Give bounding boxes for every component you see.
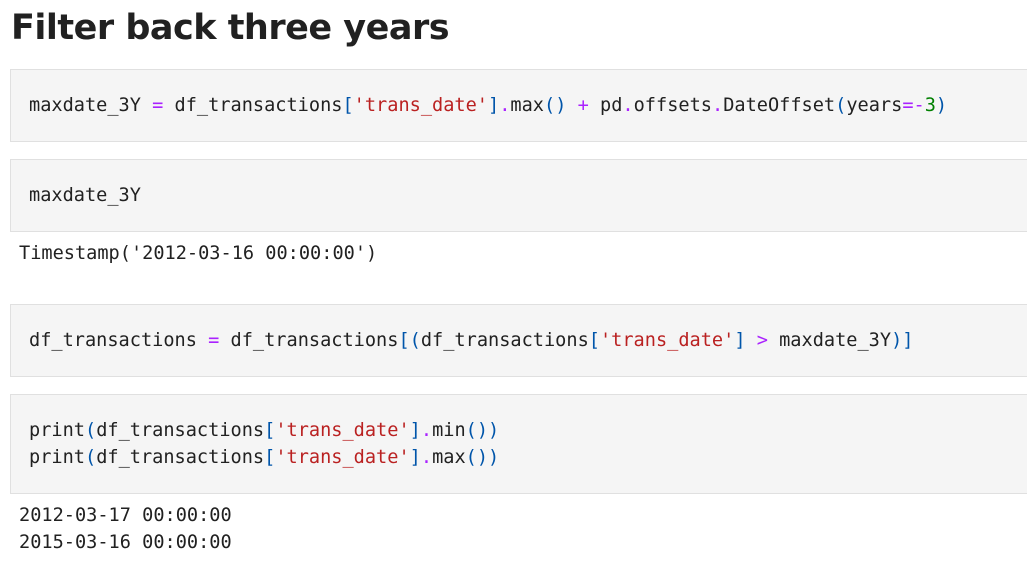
code-token: df_transactions: [420, 330, 589, 351]
code-token: (): [544, 95, 567, 116]
code-token: DateOffset: [723, 95, 836, 116]
code-token: [(: [398, 330, 421, 351]
output-line: Timestamp('2012-03-16 00:00:00'): [19, 243, 378, 264]
code-token: ()): [465, 447, 500, 468]
code-token: offsets: [633, 95, 712, 116]
code-cell-2-source[interactable]: maxdate_3Y: [29, 182, 141, 209]
output-line: 2015-03-16 00:00:00: [19, 532, 232, 553]
code-token: .: [622, 95, 634, 116]
code-token: 'trans_date': [275, 447, 410, 468]
code-token: df_transactions: [29, 330, 209, 351]
code-token: ()): [465, 420, 500, 441]
code-token: ): [935, 95, 948, 116]
code-token: )]: [891, 330, 914, 351]
code-token: ]: [409, 420, 421, 441]
code-cell-4-output: 2012-03-17 00:00:00 2015-03-16 00:00:00: [19, 502, 232, 556]
code-token: df_transactions: [96, 447, 265, 468]
code-line: print(df_transactions['trans_date'].max(…: [29, 444, 499, 471]
code-token: (: [84, 420, 97, 441]
output-line: 2012-03-17 00:00:00: [19, 505, 232, 526]
code-token: .: [420, 420, 433, 441]
code-token: .: [499, 95, 511, 116]
code-cell-4-source[interactable]: print(df_transactions['trans_date'].min(…: [29, 417, 499, 471]
code-token: df_transactions: [219, 330, 399, 351]
code-token: maxdate_3Y: [29, 95, 153, 116]
section-heading: Filter back three years: [11, 8, 450, 48]
code-cell-2-output: Timestamp('2012-03-16 00:00:00'): [19, 240, 377, 267]
code-token: >: [756, 330, 768, 351]
code-token: (: [835, 95, 847, 116]
code-token: ]: [734, 330, 746, 351]
code-line: print(df_transactions['trans_date'].min(…: [29, 417, 499, 444]
code-token: [: [342, 95, 354, 116]
code-line: maxdate_3Y: [29, 182, 141, 209]
code-token: print: [29, 420, 85, 441]
code-cell-2[interactable]: [10, 159, 1027, 232]
code-line: maxdate_3Y = df_transactions['trans_date…: [29, 92, 947, 119]
code-token: maxdate_3Y: [767, 330, 892, 351]
code-token: =-: [902, 95, 925, 116]
code-token: df_transactions: [163, 95, 343, 116]
code-token: +: [577, 95, 589, 116]
code-token: ]: [409, 447, 421, 468]
code-token: 'trans_date': [275, 420, 410, 441]
code-token: =: [208, 330, 220, 351]
code-token: [: [588, 330, 600, 351]
code-token: years: [846, 95, 903, 116]
code-cell-3-source[interactable]: df_transactions = df_transactions[(df_tr…: [29, 327, 913, 354]
code-token: 3: [924, 95, 936, 116]
code-token: maxdate_3Y: [29, 185, 141, 206]
code-token: .: [420, 447, 433, 468]
code-token: =: [152, 95, 164, 116]
code-token: [: [264, 420, 276, 441]
code-token: .: [711, 95, 724, 116]
code-token: print: [29, 447, 85, 468]
code-token: df_transactions: [96, 420, 265, 441]
code-token: max: [432, 447, 466, 468]
code-line: df_transactions = df_transactions[(df_tr…: [29, 327, 913, 354]
code-cell-1-source[interactable]: maxdate_3Y = df_transactions['trans_date…: [29, 92, 947, 119]
code-token: max: [510, 95, 545, 116]
code-token: [: [264, 447, 276, 468]
code-token: ]: [488, 95, 500, 116]
code-token: pd: [588, 95, 623, 116]
code-token: (: [84, 447, 97, 468]
code-token: min: [432, 420, 466, 441]
code-token: 'trans_date': [353, 95, 489, 116]
code-token: 'trans_date': [599, 330, 735, 351]
